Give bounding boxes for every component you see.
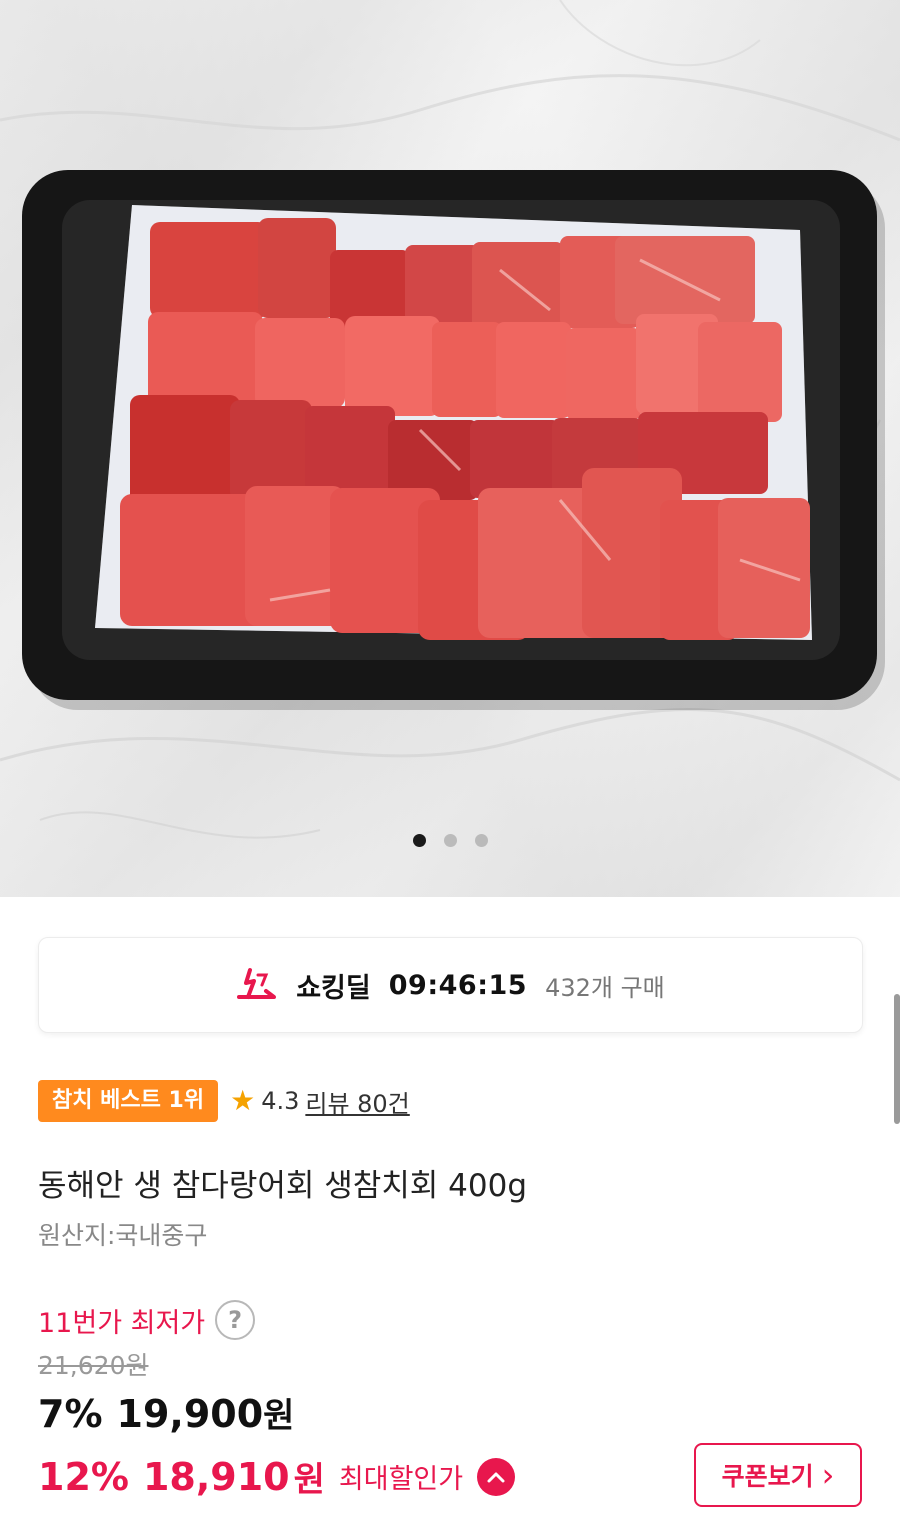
product-origin: 원산지:국내중구: [38, 1221, 208, 1250]
rating-score: 4.3: [261, 1087, 300, 1115]
max-discount-price: 18,910: [142, 1454, 290, 1499]
coupon-button-label: 쿠폰보기: [721, 1462, 814, 1491]
chevron-up-icon[interactable]: [477, 1457, 516, 1496]
max-discount-percent: 12%: [38, 1454, 129, 1499]
product-title: 동해안 생 참다랑어회 생참치회 400g: [38, 1168, 528, 1204]
max-discount-label: 최대할인가: [338, 1464, 464, 1495]
gallery-dot-3[interactable]: [474, 834, 488, 847]
purchase-count: 432개 구매: [545, 973, 665, 1002]
chevron-right-icon: ›: [821, 1456, 835, 1494]
rating: ★ 4.3 리뷰 80건: [230, 1084, 410, 1119]
shocking-deal-bar[interactable]: 쇼킹딜 09:46:15 432개 구매: [38, 937, 863, 1033]
badge-rating-row: 참치 베스트 1위 ★ 4.3 리뷰 80건: [38, 1080, 410, 1122]
tuna-tray-illustration: [0, 0, 900, 839]
sale-price-row: 7% 19,900원: [38, 1388, 294, 1437]
sale-price-currency: 원: [263, 1396, 295, 1436]
sale-price: 19,900원: [117, 1388, 295, 1437]
product-image[interactable]: [0, 0, 900, 897]
sale-price-value: 19,900: [116, 1392, 264, 1436]
sale-discount-percent: 7%: [38, 1392, 103, 1436]
star-icon: ★: [230, 1084, 256, 1117]
max-discount-currency: 원: [293, 1460, 325, 1500]
review-count-link[interactable]: 리뷰 80건: [305, 1084, 409, 1119]
scrollbar[interactable]: [894, 994, 900, 1124]
gallery-dot-1[interactable]: [412, 834, 426, 847]
deal-countdown-timer: 09:46:15: [388, 969, 528, 1001]
gallery-dot-2[interactable]: [443, 834, 457, 847]
max-discount-row[interactable]: 12% 18,910 원 최대할인가: [38, 1452, 516, 1501]
gallery-pagination: [0, 834, 900, 847]
view-coupon-button[interactable]: 쿠폰보기 ›: [694, 1443, 862, 1507]
original-price: 21,620원: [38, 1351, 149, 1380]
lowest-price-label: 11번가 최저가: [38, 1307, 206, 1339]
help-icon[interactable]: ?: [215, 1300, 256, 1340]
lowest-price-label-row: 11번가 최저가 ?: [38, 1300, 256, 1340]
deal-title: 쇼킹딜: [296, 972, 371, 1004]
best-ranking-badge: 참치 베스트 1위: [38, 1080, 219, 1122]
shocking-deal-logo-icon: [237, 968, 277, 999]
